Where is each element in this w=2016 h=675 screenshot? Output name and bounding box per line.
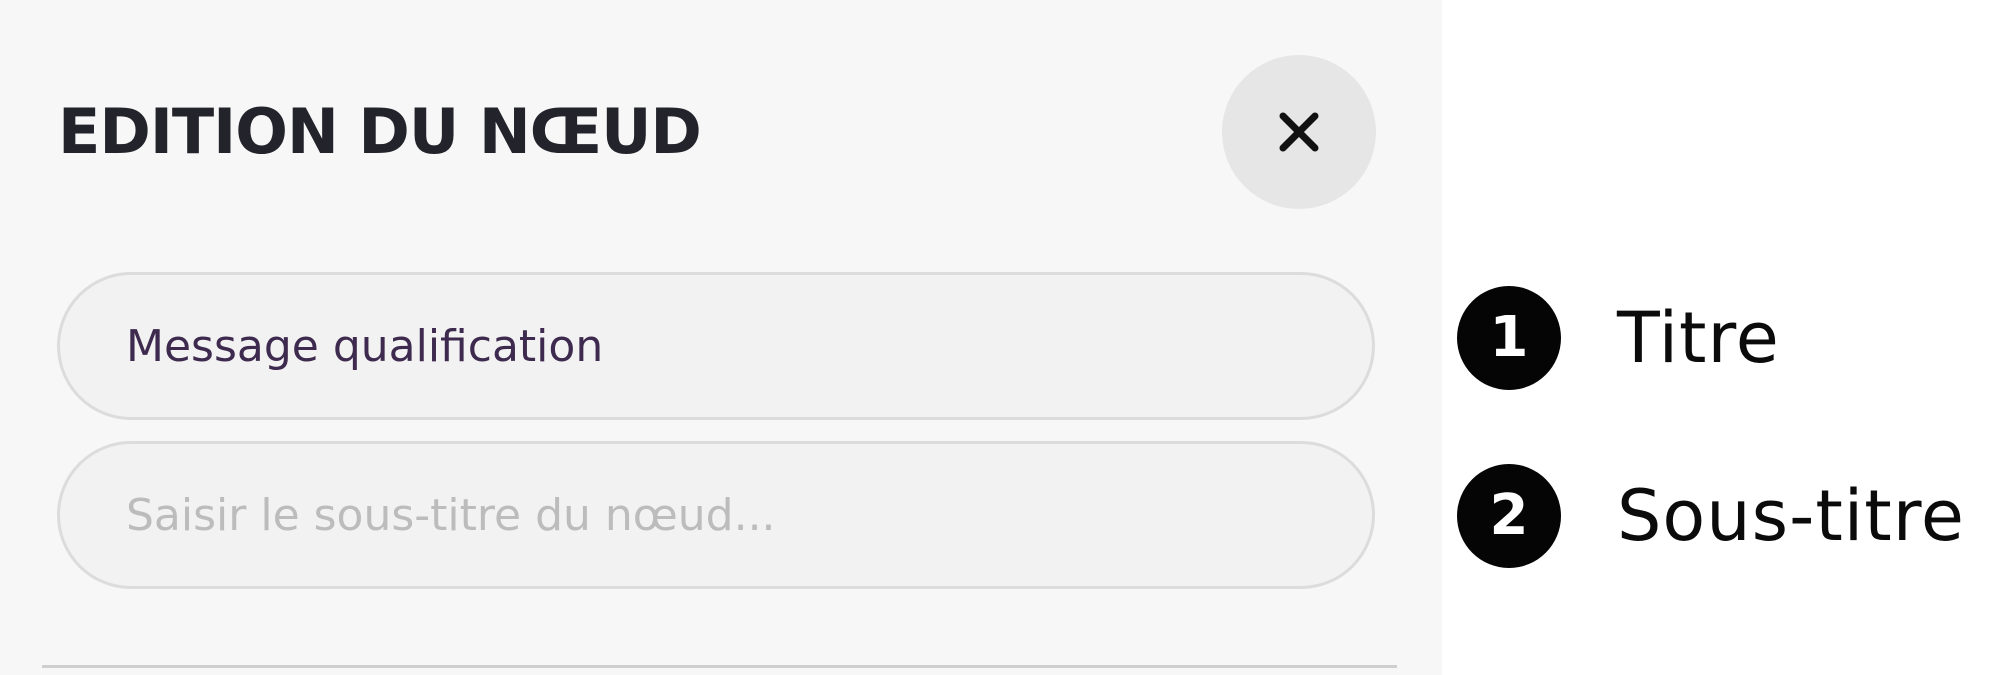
node-edit-panel: EDITION DU NŒUD: [0, 0, 1442, 675]
panel-title: EDITION DU NŒUD: [58, 95, 702, 168]
legend-label: Titre: [1617, 297, 1780, 379]
close-button[interactable]: [1222, 55, 1376, 209]
legend-number-badge: 1: [1457, 286, 1561, 390]
close-icon: [1275, 108, 1323, 156]
legend-number-badge: 2: [1457, 464, 1561, 568]
annotated-screenshot: EDITION DU NŒUD 1 Titre 2 Sous-titre: [0, 0, 2016, 675]
divider: [42, 665, 1397, 668]
node-title-input[interactable]: [57, 272, 1375, 420]
legend-label: Sous-titre: [1617, 475, 1966, 557]
node-subtitle-input[interactable]: [57, 441, 1375, 589]
legend-item-subtitle: 2 Sous-titre: [1457, 464, 1965, 568]
legend-item-title: 1 Titre: [1457, 286, 1780, 390]
